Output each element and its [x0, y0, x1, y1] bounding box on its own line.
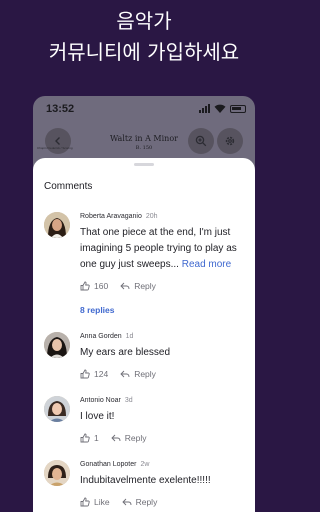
comment-author[interactable]: Antonio Noar — [80, 397, 121, 404]
reply-button[interactable]: Reply — [121, 497, 158, 507]
comment-author[interactable]: Roberta Aravaganio — [80, 213, 142, 220]
comment-author[interactable]: Anna Gorden — [80, 333, 122, 340]
score-credit: Chopin Frederick / Scoring — [37, 146, 73, 150]
comment-age: 20h — [145, 213, 158, 220]
comment-meta: Antonio Noar 3d — [80, 396, 250, 406]
avatar-image — [44, 396, 70, 422]
comment-author[interactable]: Gonathan Lopoter — [80, 461, 136, 468]
battery-icon — [230, 104, 246, 113]
promo-line-2: 커뮤니티에 가입하세요 — [48, 40, 240, 64]
comment-actions: Like Reply — [80, 497, 250, 507]
reply-label: Reply — [135, 497, 158, 507]
promo-headline: 음악가 커뮤니티에 가입하세요 — [0, 6, 288, 68]
status-time: 13:52 — [46, 103, 75, 115]
reply-arrow-icon — [111, 434, 121, 442]
avatar-image — [44, 332, 70, 358]
comments-sheet: Comments Roberta Aravaganio 20h That one … — [33, 158, 255, 512]
like-count: Like — [94, 497, 110, 507]
comment-body: Anna Gorden 1d My ears are blessed 124 Re… — [80, 332, 250, 379]
avatar[interactable] — [44, 396, 70, 422]
zoom-in-icon — [195, 135, 207, 147]
comment-actions: 160 Reply — [80, 281, 250, 291]
reply-arrow-icon — [121, 498, 132, 506]
comment-meta: Roberta Aravaganio 20h — [80, 212, 250, 222]
comment-age: 2w — [140, 461, 150, 468]
avatar[interactable] — [44, 332, 70, 358]
status-icons — [199, 104, 246, 113]
thumbs-up-icon — [80, 281, 90, 291]
comment-text: My ears are blessed — [80, 347, 171, 358]
like-button[interactable]: 160 — [80, 281, 108, 291]
comment-age: 1d — [125, 333, 134, 340]
comment-body: Gonathan Lopoter 2w Indubitavelmente exel… — [80, 460, 250, 507]
comment-body: Roberta Aravaganio 20h That one piece at … — [80, 212, 250, 291]
comment-text: I love it! — [80, 411, 115, 422]
comment-age: 3d — [124, 397, 133, 404]
thumbs-up-icon — [80, 433, 90, 443]
sheet-drag-handle[interactable] — [134, 163, 154, 166]
song-title: Waltz in A Minor — [110, 134, 178, 143]
comment-body: Antonio Noar 3d I love it! 1 Reply — [80, 396, 250, 443]
promo-line-1: 음악가 — [116, 9, 172, 33]
signal-icon — [199, 104, 210, 113]
reply-label: Reply — [134, 281, 156, 291]
read-more-link[interactable]: Read more — [182, 259, 231, 270]
comment-meta: Gonathan Lopoter 2w — [80, 460, 250, 470]
comment-actions: 1 Reply — [80, 433, 250, 443]
like-count: 1 — [94, 433, 99, 443]
avatar-image — [44, 212, 70, 238]
comment-text: Indubitavelmente exelente!!!!! — [80, 475, 211, 486]
reply-arrow-icon — [120, 370, 130, 378]
avatar[interactable] — [44, 212, 70, 238]
reply-button[interactable]: Reply — [120, 369, 156, 379]
like-button[interactable]: 1 — [80, 433, 99, 443]
settings-button[interactable] — [217, 128, 243, 154]
like-count: 160 — [94, 281, 109, 291]
comment-actions: 124 Reply — [80, 369, 250, 379]
sheet-title: Comments — [44, 181, 93, 192]
comment-meta: Anna Gorden 1d — [80, 332, 250, 342]
song-subtitle: B. 150 — [135, 145, 153, 151]
status-bar: 13:52 — [33, 96, 255, 122]
gear-icon — [225, 136, 235, 146]
comment-text: That one piece at the end, I'm just imag… — [80, 225, 250, 273]
zoom-button[interactable] — [188, 128, 214, 154]
avatar[interactable] — [44, 460, 70, 486]
chevron-left-icon — [55, 137, 60, 145]
reply-label: Reply — [134, 369, 156, 379]
reply-arrow-icon — [120, 282, 130, 290]
thumbs-up-icon — [80, 497, 90, 507]
like-button[interactable]: Like — [80, 497, 110, 507]
thumbs-up-icon — [80, 369, 90, 379]
like-button[interactable]: 124 — [80, 369, 108, 379]
like-count: 124 — [94, 369, 109, 379]
reply-button[interactable]: Reply — [120, 281, 156, 291]
reply-label: Reply — [124, 433, 147, 443]
wifi-icon — [214, 104, 226, 113]
view-replies-link[interactable]: 8 replies — [80, 305, 115, 315]
avatar-image — [44, 460, 70, 486]
back-button[interactable] — [45, 128, 71, 154]
reply-button[interactable]: Reply — [111, 433, 147, 443]
